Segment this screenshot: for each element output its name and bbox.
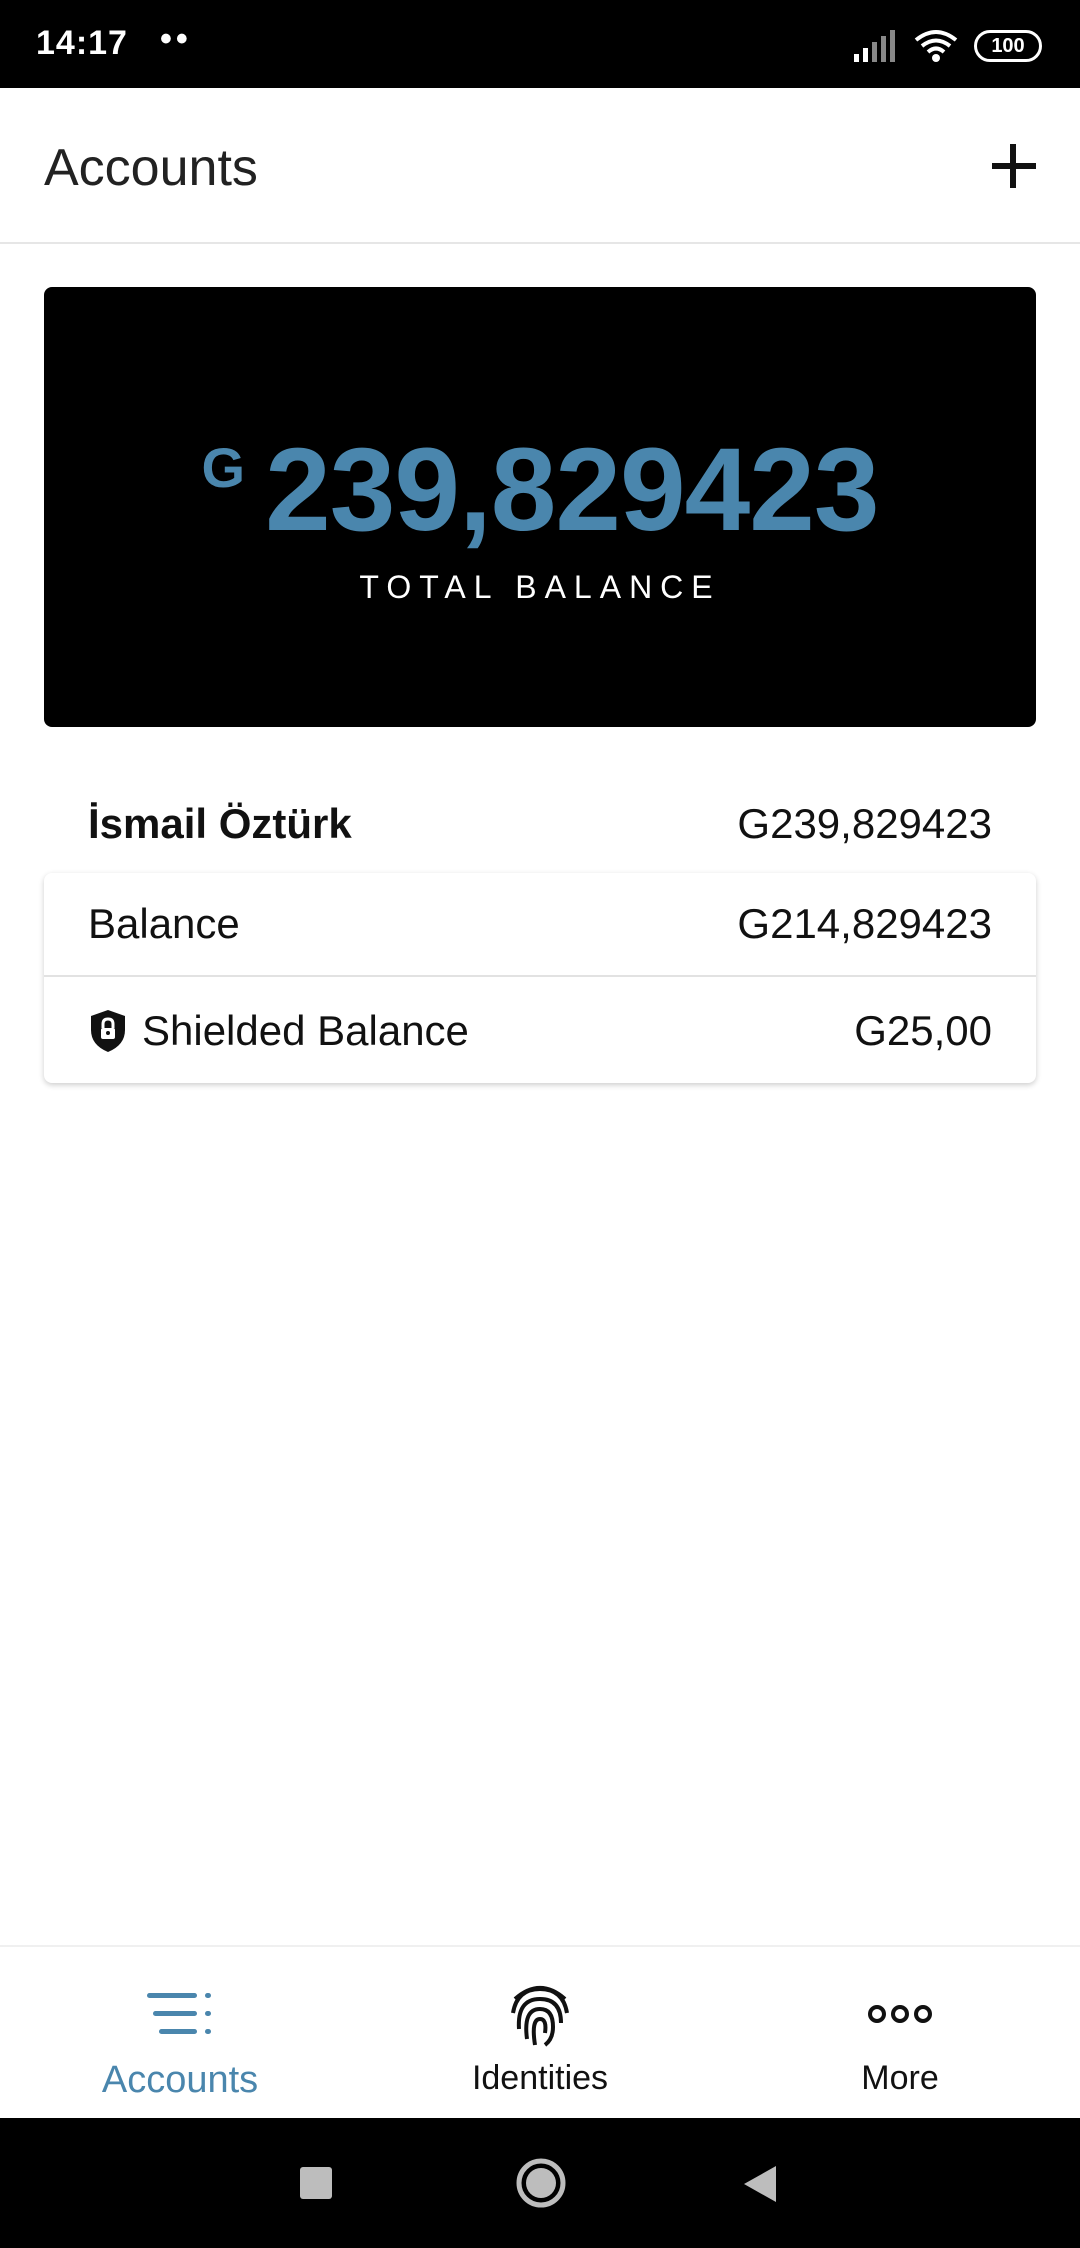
balance-label: Balance bbox=[88, 900, 240, 947]
wifi-icon bbox=[914, 30, 958, 62]
battery-level: 100 bbox=[991, 34, 1025, 57]
shielded-balance-value: G25,00 bbox=[854, 1007, 992, 1054]
status-notification-dots: •• bbox=[160, 20, 192, 58]
total-balance-amount: 239,829423 bbox=[265, 424, 879, 556]
account-total: G239,829423 bbox=[737, 800, 992, 847]
page-title: Accounts bbox=[44, 139, 258, 197]
balance-value: G214,829423 bbox=[737, 900, 992, 947]
more-dots-icon bbox=[867, 1977, 933, 2051]
shielded-balance-label: Shielded Balance bbox=[142, 1007, 469, 1054]
battery-icon: 100 bbox=[974, 30, 1042, 62]
status-icons: 100 bbox=[854, 26, 1042, 66]
status-time: 14:17 bbox=[36, 24, 128, 62]
shielded-balance-row[interactable]: Shielded Balance G25,00 bbox=[44, 979, 1036, 1083]
balance-row[interactable]: Balance G214,829423 bbox=[44, 873, 1036, 977]
total-balance-row: G 239,829423 bbox=[44, 431, 1036, 549]
home-circle-icon[interactable] bbox=[514, 2156, 568, 2210]
shield-lock-icon bbox=[91, 1010, 125, 1052]
nav-more[interactable]: More bbox=[720, 1947, 1080, 2120]
nav-identities[interactable]: Identities bbox=[360, 1947, 720, 2120]
total-balance-card: G 239,829423 TOTAL BALANCE bbox=[44, 287, 1036, 727]
add-account-button[interactable] bbox=[986, 138, 1042, 194]
nav-accounts[interactable]: Accounts bbox=[0, 1947, 360, 2120]
bottom-navigation: Accounts Identities More bbox=[0, 1945, 1080, 2118]
signal-icon bbox=[854, 30, 895, 62]
nav-accounts-label: Accounts bbox=[101, 2059, 259, 2101]
account-name[interactable]: İsmail Öztürk bbox=[88, 800, 352, 848]
plus-icon bbox=[992, 144, 1036, 188]
total-balance-label: TOTAL BALANCE bbox=[359, 569, 721, 605]
nav-more-label: More bbox=[861, 2059, 939, 2097]
accounts-list-icon bbox=[145, 1977, 215, 2051]
shielded-balance-label-group: Shielded Balance bbox=[88, 1007, 469, 1055]
recents-square-icon[interactable] bbox=[298, 2165, 334, 2201]
nav-identities-label: Identities bbox=[471, 2059, 609, 2097]
account-balance-card[interactable]: Balance G214,829423 Shielded Balance G25… bbox=[44, 873, 1036, 1083]
total-currency-symbol: G bbox=[201, 436, 246, 499]
status-bar: 14:17 •• 100 bbox=[0, 0, 1080, 88]
fingerprint-icon bbox=[507, 1977, 573, 2051]
system-navigation-bar bbox=[0, 2118, 1080, 2248]
back-triangle-icon[interactable] bbox=[742, 2164, 778, 2204]
app-header: Accounts bbox=[0, 88, 1080, 244]
